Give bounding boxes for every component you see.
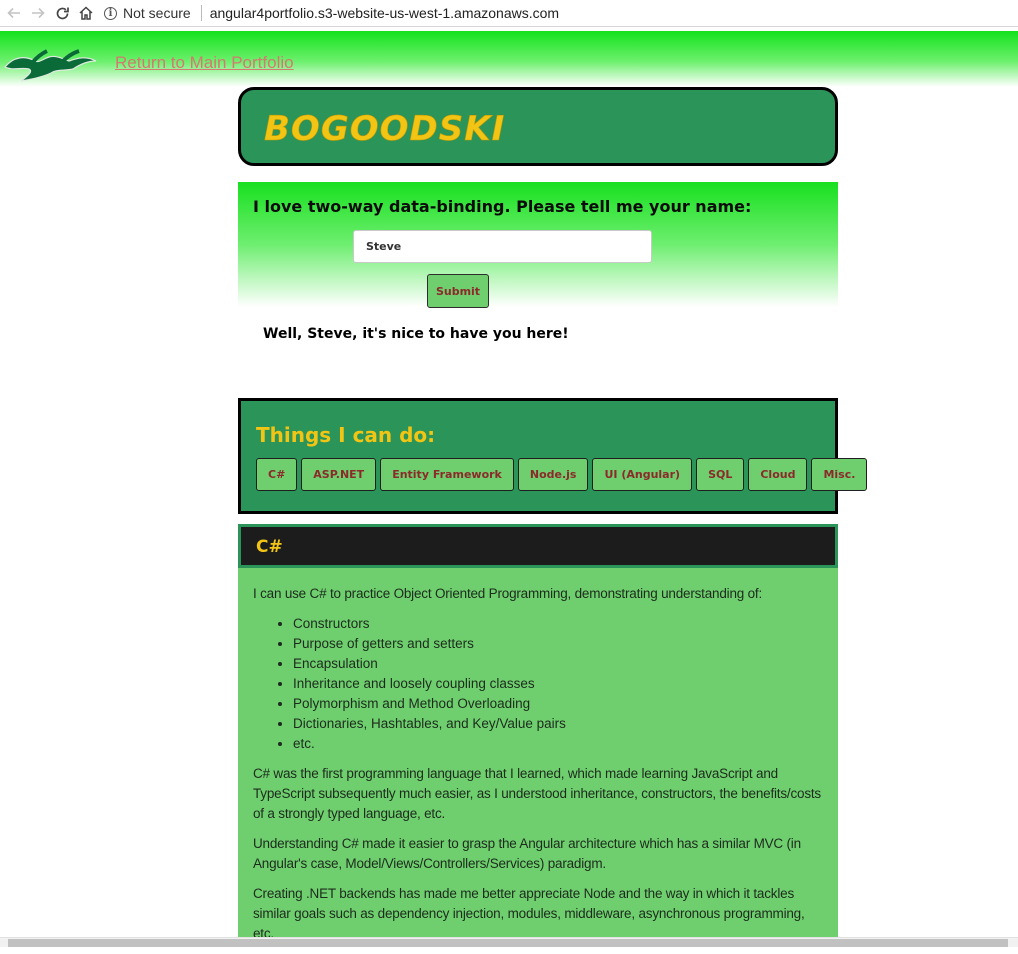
name-prompt: I love two-way data-binding. Please tell… [253, 197, 752, 216]
url-divider [200, 5, 202, 21]
list-item: Purpose of getters and setters [293, 634, 823, 654]
return-to-portfolio-link[interactable]: Return to Main Portfolio [115, 53, 294, 73]
greeting-text: Well, Steve, it's nice to have you here! [263, 326, 569, 342]
security-label: Not secure [123, 5, 191, 21]
skills-section: Things I can do: C# ASP.NET Entity Frame… [238, 398, 868, 514]
site-title: BOGOODSKI [264, 109, 506, 150]
list-item: etc. [293, 734, 823, 754]
list-item: Constructors [293, 614, 823, 634]
name-form-section: I love two-way data-binding. Please tell… [238, 182, 838, 308]
list-item: Inheritance and loosely coupling classes [293, 674, 823, 694]
url-text[interactable]: angular4portfolio.s3-website-us-west-1.a… [210, 5, 559, 21]
skill-button-cloud[interactable]: Cloud [748, 458, 808, 491]
skill-button-csharp[interactable]: C# [256, 458, 298, 491]
horizontal-scrollbar[interactable] [0, 937, 1018, 947]
list-item: Dictionaries, Hashtables, and Key/Value … [293, 714, 823, 734]
skill-detail-panel: C# I can use C# to practice Object Orien… [238, 524, 838, 944]
top-banner: Return to Main Portfolio [0, 31, 1018, 87]
site-header: BOGOODSKI [238, 87, 838, 166]
browser-toolbar: i Not secure angular4portfolio.s3-websit… [0, 0, 1018, 27]
panel-body: I can use C# to practice Object Oriented… [253, 584, 823, 954]
usf-bull-logo [3, 47, 99, 94]
skill-button-aspnet[interactable]: ASP.NET [301, 458, 377, 491]
list-item: Polymorphism and Method Overloading [293, 694, 823, 714]
scrollbar-thumb[interactable] [8, 939, 1008, 947]
skill-button-misc[interactable]: Misc. [811, 458, 868, 491]
name-input[interactable] [353, 230, 652, 263]
info-icon[interactable]: i [104, 6, 117, 20]
skill-button-ui-angular[interactable]: UI (Angular) [592, 458, 693, 491]
skill-button-group: C# ASP.NET Entity Framework Node.js UI (… [256, 458, 868, 491]
reload-icon[interactable] [52, 3, 72, 23]
panel-paragraph: Creating .NET backends has made me bette… [253, 886, 805, 941]
list-item: Encapsulation [293, 654, 823, 674]
skill-button-nodejs[interactable]: Node.js [517, 458, 589, 491]
panel-header: C# [238, 524, 838, 568]
submit-button[interactable]: Submit [427, 274, 489, 308]
back-icon[interactable] [4, 3, 24, 23]
oop-list: Constructors Purpose of getters and sett… [253, 614, 823, 754]
skill-button-entity-framework[interactable]: Entity Framework [380, 458, 514, 491]
panel-title: C# [256, 537, 283, 557]
home-icon[interactable] [76, 3, 96, 23]
skills-title: Things I can do: [256, 423, 436, 447]
panel-intro: I can use C# to practice Object Oriented… [253, 586, 763, 601]
skill-button-sql[interactable]: SQL [696, 458, 745, 491]
forward-icon[interactable] [28, 3, 48, 23]
address-bar[interactable]: i Not secure angular4portfolio.s3-websit… [104, 5, 559, 21]
panel-paragraph: C# was the first programming language th… [253, 766, 821, 821]
panel-paragraph: Understanding C# made it easier to grasp… [253, 836, 801, 871]
